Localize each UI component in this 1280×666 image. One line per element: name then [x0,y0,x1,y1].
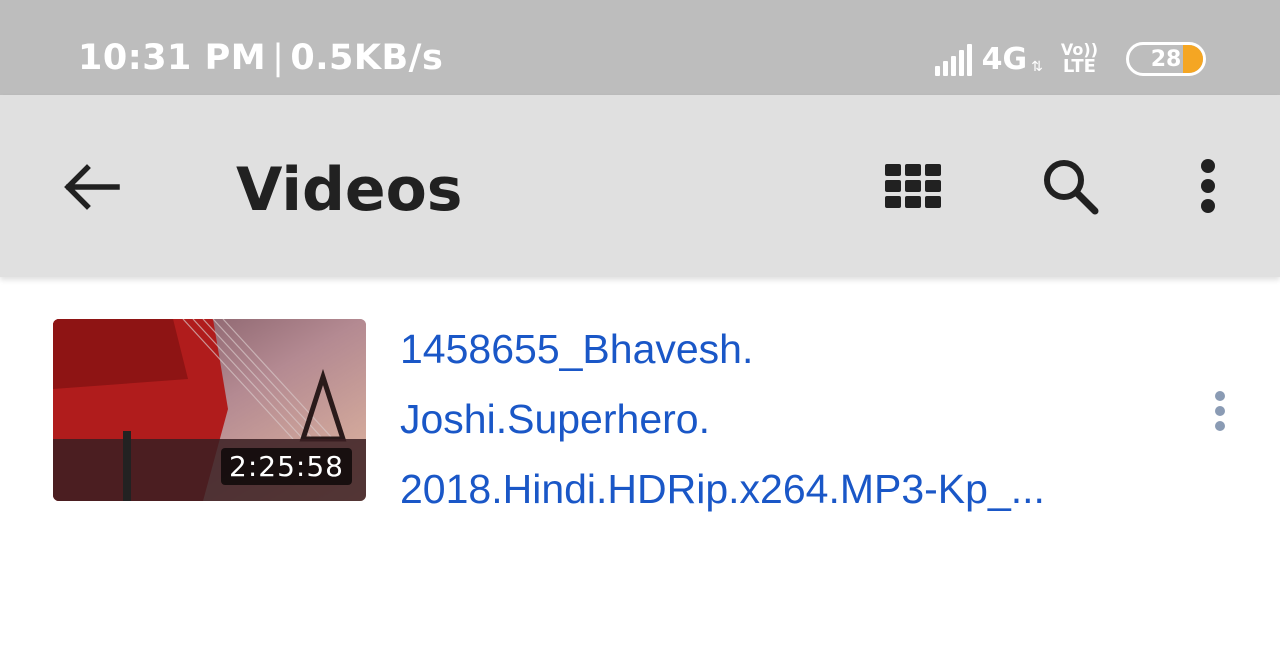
more-options-button[interactable] [1186,153,1230,219]
volte-icon: Vo)) LTE [1061,42,1098,76]
back-button[interactable] [54,157,128,217]
battery-level: 28 [1150,46,1182,72]
page-title: Videos [236,155,463,225]
status-separator: | [272,38,285,78]
more-vert-icon [1215,391,1225,431]
network-type: 4G [981,41,1028,77]
grid-view-button[interactable] [876,157,952,217]
video-more-button[interactable] [1204,386,1236,436]
more-vert-icon [1201,159,1215,213]
video-duration: 2:25:58 [221,448,352,485]
arrow-back-icon [64,164,120,210]
video-title-line: 2018.Hindi.HDRip.x264.MP3-Kp_... [400,466,1045,512]
battery-icon: 28 [1126,42,1206,76]
video-list-item[interactable]: 2:25:58 1458655_Bhavesh. Joshi.Superhero… [0,300,1280,520]
video-title-line: 1458655_Bhavesh. [400,326,754,372]
grid-view-icon [885,164,941,208]
video-title[interactable]: 1458655_Bhavesh. Joshi.Superhero. 2018.H… [400,314,1180,524]
signal-bars-icon [934,42,972,76]
status-time: 10:31 PM [78,38,267,78]
status-net-speed: 0.5KB/s [290,38,444,78]
video-thumbnail[interactable]: 2:25:58 [53,319,366,501]
volte-bottom-label: LTE [1062,56,1096,77]
data-activity-icon: ⇅ [1031,59,1043,75]
app-bar: Videos [0,95,1280,277]
status-time-speed: 10:31 PM | 0.5KB/s [78,38,443,78]
video-title-line: Joshi.Superhero. [400,396,710,442]
search-button[interactable] [1032,153,1108,219]
status-icons: 4G ⇅ Vo)) LTE 28 [934,36,1206,82]
status-bar: 10:31 PM | 0.5KB/s 4G ⇅ Vo)) LTE 28 [0,0,1280,95]
search-icon [1044,160,1099,215]
